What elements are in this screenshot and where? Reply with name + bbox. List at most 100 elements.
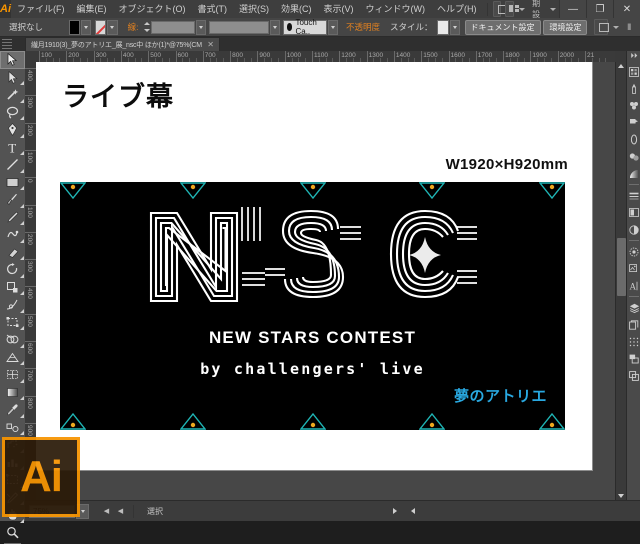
document-setup-button[interactable]: ドキュメント設定 — [465, 20, 541, 35]
menu-view[interactable]: 表示(V) — [318, 0, 360, 18]
tabbar-grip[interactable] — [2, 39, 12, 49]
eyedropper-tool[interactable] — [0, 401, 25, 419]
controlbar-overflow-icon[interactable]: ⫴ — [622, 22, 636, 33]
gradient-tool[interactable] — [0, 384, 25, 402]
magic-wand-tool[interactable] — [0, 86, 25, 104]
align-icon[interactable] — [594, 19, 609, 35]
menu-file[interactable]: ファイル(F) — [11, 0, 71, 18]
arrange-documents-icon[interactable] — [505, 1, 514, 17]
character-panel-icon[interactable]: A — [627, 277, 640, 294]
scale-tool[interactable] — [0, 279, 25, 297]
width-tool[interactable] — [0, 296, 25, 314]
status-label[interactable]: 選択 — [141, 506, 169, 517]
menu-edit[interactable]: 編集(E) — [71, 0, 113, 18]
color-panel-icon[interactable] — [627, 63, 640, 80]
align-panel-icon[interactable] — [627, 333, 640, 350]
swatches-panel-icon[interactable] — [627, 97, 640, 114]
graphic-styles-panel-icon[interactable] — [627, 243, 640, 260]
stroke-profile-chevron-down-icon[interactable] — [270, 20, 280, 35]
layers-panel-icon[interactable] — [627, 299, 640, 316]
menu-select[interactable]: 選択(S) — [233, 0, 275, 18]
menu-help[interactable]: ヘルプ(H) — [431, 0, 483, 18]
opacity-label[interactable]: 不透明度 — [341, 21, 385, 33]
pathfinder-panel-icon[interactable] — [627, 350, 640, 367]
close-button[interactable]: ✕ — [613, 0, 640, 18]
fill-color-swatch[interactable] — [69, 20, 81, 35]
libraries-panel-icon[interactable] — [627, 316, 640, 333]
window-controls: — ❐ ✕ — [559, 0, 640, 18]
rectangle-tool[interactable] — [0, 174, 25, 192]
brushes-panel-icon[interactable] — [627, 114, 640, 131]
blend-tool[interactable] — [0, 419, 25, 437]
pen-tool[interactable] — [0, 121, 25, 139]
shape-builder-tool[interactable] — [0, 331, 25, 349]
banner-artwork[interactable]: NEW STARS CONTEST by challengers' live 夢… — [60, 182, 565, 430]
eraser-tool[interactable] — [0, 244, 25, 262]
artboard-nav-prev-button[interactable]: ◀ — [115, 505, 126, 518]
fill-dropdown-icon[interactable] — [81, 20, 91, 35]
rotate-tool[interactable] — [0, 261, 25, 279]
transparency-panel-icon[interactable] — [627, 204, 640, 221]
stroke-profile-field[interactable] — [209, 21, 268, 34]
vertical-scroll-thumb[interactable] — [617, 238, 626, 296]
lasso-tool[interactable] — [0, 104, 25, 122]
line-segment-tool[interactable] — [0, 156, 25, 174]
dock-collapse-button[interactable]: ⏵⏵ — [627, 51, 640, 63]
stroke-panel-icon[interactable] — [627, 187, 640, 204]
scroll-up-arrow-icon[interactable] — [618, 64, 624, 68]
direct-selection-tool[interactable] — [0, 69, 25, 87]
ruler-tick-label: 0 — [26, 179, 33, 183]
artboards-panel-icon[interactable] — [627, 148, 640, 165]
menu-type[interactable]: 書式(T) — [192, 0, 234, 18]
type-tool[interactable]: T — [0, 139, 25, 157]
artboard[interactable]: ライブ幕 W1920×H920mm — [36, 62, 592, 470]
arrange-chevron-down-icon[interactable] — [519, 8, 525, 11]
gradient-panel-icon[interactable] — [627, 165, 640, 182]
document-tab[interactable]: 繊月1910(3)_夢のアトリエ_展_nsc中 ほか(1)*@75%(CMYK/… — [25, 37, 220, 51]
touch-type-selector[interactable]: Touch Ca.. — [283, 20, 327, 35]
scroll-down-arrow-icon[interactable] — [618, 494, 624, 498]
transform-panel-icon[interactable] — [627, 367, 640, 384]
menu-effect[interactable]: 効果(C) — [275, 0, 318, 18]
ruler-tick-label: 100 — [26, 207, 33, 218]
preferences-button[interactable]: 環境設定 — [543, 20, 587, 35]
mesh-tool[interactable] — [0, 366, 25, 384]
align-chevron-down-icon[interactable] — [613, 26, 619, 29]
canvas-area[interactable]: ライブ幕 W1920×H920mm — [36, 62, 615, 500]
zoom-tool[interactable] — [0, 524, 25, 542]
menu-object[interactable]: オブジェクト(O) — [113, 0, 192, 18]
paintbrush-tool[interactable] — [0, 191, 25, 209]
bridge-icon[interactable] — [493, 1, 501, 17]
menu-bar: Ai ファイル(F) 編集(E) オブジェクト(O) 書式(T) 選択(S) 効… — [0, 0, 640, 19]
touch-type-chevron-down-icon[interactable] — [328, 20, 338, 35]
app-logo-icon: Ai — [0, 0, 11, 18]
artboard-nav-first-button[interactable]: ◀ — [101, 505, 112, 518]
stroke-weight-stepper[interactable] — [144, 21, 150, 34]
document-tab-close-icon[interactable]: ✕ — [207, 40, 214, 49]
shaper-tool[interactable] — [0, 226, 25, 244]
symbols-panel-icon[interactable] — [627, 131, 640, 148]
workspace-chevron-down-icon[interactable] — [550, 8, 556, 11]
selection-tool[interactable] — [0, 51, 25, 69]
free-transform-tool[interactable] — [0, 314, 25, 332]
maximize-button[interactable]: ❐ — [586, 0, 613, 18]
pencil-tool[interactable] — [0, 209, 25, 227]
stroke-color-swatch[interactable] — [95, 20, 107, 35]
stroke-dropdown-icon[interactable] — [107, 20, 117, 35]
style-chevron-down-icon[interactable] — [450, 20, 460, 35]
appearance-panel-icon[interactable] — [627, 221, 640, 238]
links-panel-icon[interactable] — [627, 260, 640, 277]
stroke-weight-field[interactable] — [151, 21, 196, 34]
status-collapse-arrow-icon[interactable] — [411, 508, 415, 514]
ruler-tick — [25, 150, 36, 151]
status-expand-arrow-icon[interactable] — [393, 508, 397, 514]
stroke-weight-chevron-down-icon[interactable] — [196, 20, 206, 35]
artwork-heading: ライブ幕 — [62, 75, 174, 114]
banner-tagline: NEW STARS CONTEST — [60, 328, 565, 348]
color-guide-panel-icon[interactable] — [627, 80, 640, 97]
menu-window[interactable]: ウィンドウ(W) — [360, 0, 432, 18]
style-swatch[interactable] — [437, 20, 449, 35]
ruler-tick — [25, 423, 36, 424]
perspective-grid-tool[interactable] — [0, 349, 25, 367]
minimize-button[interactable]: — — [559, 0, 586, 18]
